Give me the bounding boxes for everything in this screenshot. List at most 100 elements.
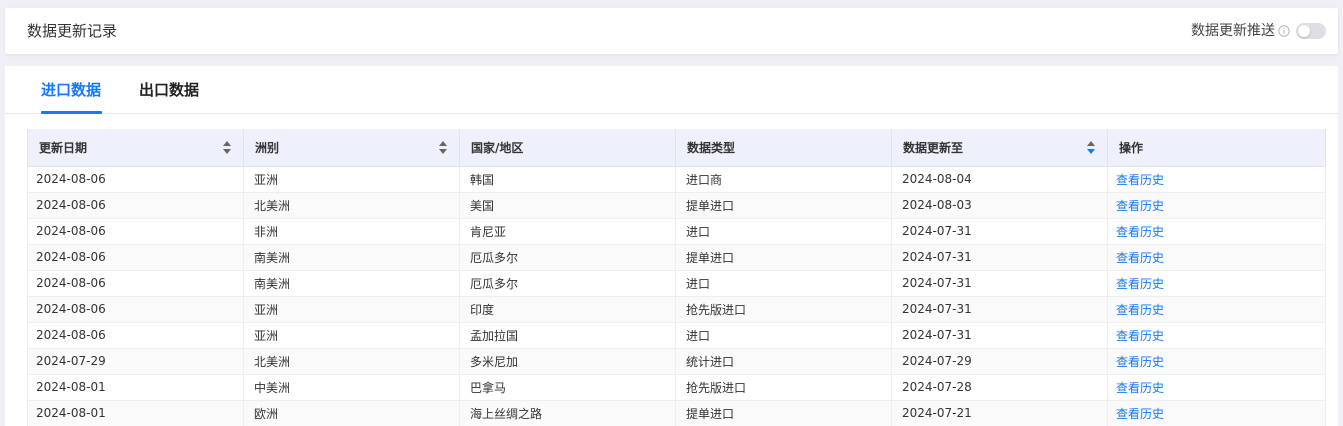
- page-header: 数据更新记录 数据更新推送: [5, 8, 1338, 54]
- update-date-cell: 2024-08-06: [27, 270, 244, 297]
- table-row: 2024-08-06 北美洲 美国 提单进口 2024-08-03 查看历史: [27, 192, 1326, 219]
- action-cell: 查看历史: [1107, 192, 1326, 219]
- continent-cell: 南美洲: [243, 270, 460, 297]
- continent-cell: 非洲: [243, 218, 460, 245]
- country-cell: 美国: [459, 192, 676, 219]
- continent-cell: 亚洲: [243, 322, 460, 349]
- updated-to-cell: 2024-07-31: [891, 244, 1108, 271]
- column-header-label: 操作: [1119, 140, 1144, 155]
- data-type-cell: 进口: [675, 270, 892, 297]
- view-history-link[interactable]: 查看历史: [1116, 381, 1164, 395]
- column-header-label: 国家/地区: [471, 140, 524, 155]
- table-row: 2024-08-01 中美洲 巴拿马 抢先版进口 2024-07-28 查看历史: [27, 374, 1326, 401]
- main-panel: 进口数据 出口数据 更新日期 洲别 国家/地区 数据类型 数据更新至 操作 20…: [5, 66, 1338, 426]
- action-cell: 查看历史: [1107, 400, 1326, 426]
- sort-icon[interactable]: [1087, 141, 1095, 154]
- data-type-cell: 提单进口: [675, 400, 892, 426]
- column-header-update-date[interactable]: 更新日期: [27, 129, 244, 167]
- update-date-cell: 2024-08-06: [27, 218, 244, 245]
- updated-to-cell: 2024-07-31: [891, 322, 1108, 349]
- view-history-link[interactable]: 查看历史: [1116, 407, 1164, 421]
- sort-icon[interactable]: [439, 141, 447, 154]
- column-header-updated-to[interactable]: 数据更新至: [891, 129, 1108, 167]
- column-header-action: 操作: [1107, 129, 1326, 167]
- column-header-label: 更新日期: [39, 140, 88, 155]
- action-cell: 查看历史: [1107, 322, 1326, 349]
- column-header-label: 数据更新至: [903, 140, 964, 155]
- update-records-table: 更新日期 洲别 国家/地区 数据类型 数据更新至 操作 2024-08-06 亚…: [27, 129, 1326, 426]
- country-cell: 肯尼亚: [459, 218, 676, 245]
- action-cell: 查看历史: [1107, 244, 1326, 271]
- column-header-label: 数据类型: [687, 140, 736, 155]
- update-date-cell: 2024-08-06: [27, 192, 244, 219]
- updated-to-cell: 2024-07-29: [891, 348, 1108, 375]
- updated-to-cell: 2024-07-31: [891, 270, 1108, 297]
- tab-import[interactable]: 进口数据: [41, 80, 101, 100]
- continent-cell: 中美洲: [243, 374, 460, 401]
- sort-icon[interactable]: [223, 141, 231, 154]
- updated-to-cell: 2024-08-04: [891, 166, 1108, 193]
- data-type-cell: 抢先版进口: [675, 296, 892, 323]
- column-header-country: 国家/地区: [459, 129, 676, 167]
- updated-to-cell: 2024-07-31: [891, 218, 1108, 245]
- continent-cell: 欧洲: [243, 400, 460, 426]
- data-type-cell: 抢先版进口: [675, 374, 892, 401]
- view-history-link[interactable]: 查看历史: [1116, 251, 1164, 265]
- column-header-data-type: 数据类型: [675, 129, 892, 167]
- continent-cell: 亚洲: [243, 166, 460, 193]
- country-cell: 印度: [459, 296, 676, 323]
- country-cell: 巴拿马: [459, 374, 676, 401]
- table-row: 2024-08-06 亚洲 孟加拉国 进口 2024-07-31 查看历史: [27, 322, 1326, 349]
- view-history-link[interactable]: 查看历史: [1116, 225, 1164, 239]
- country-cell: 多米尼加: [459, 348, 676, 375]
- continent-cell: 北美洲: [243, 192, 460, 219]
- country-cell: 海上丝绸之路: [459, 400, 676, 426]
- table-header-row: 更新日期 洲别 国家/地区 数据类型 数据更新至 操作: [27, 129, 1326, 167]
- info-icon[interactable]: [1278, 25, 1290, 37]
- continent-cell: 南美洲: [243, 244, 460, 271]
- table-row: 2024-08-06 亚洲 韩国 进口商 2024-08-04 查看历史: [27, 166, 1326, 193]
- update-date-cell: 2024-08-01: [27, 374, 244, 401]
- push-toggle[interactable]: [1296, 23, 1326, 39]
- update-date-cell: 2024-08-06: [27, 322, 244, 349]
- action-cell: 查看历史: [1107, 166, 1326, 193]
- tab-export[interactable]: 出口数据: [139, 80, 199, 100]
- action-cell: 查看历史: [1107, 296, 1326, 323]
- updated-to-cell: 2024-07-31: [891, 296, 1108, 323]
- update-date-cell: 2024-07-29: [27, 348, 244, 375]
- update-date-cell: 2024-08-06: [27, 166, 244, 193]
- country-cell: 韩国: [459, 166, 676, 193]
- data-type-cell: 进口: [675, 322, 892, 349]
- view-history-link[interactable]: 查看历史: [1116, 329, 1164, 343]
- continent-cell: 北美洲: [243, 348, 460, 375]
- push-label: 数据更新推送: [1191, 23, 1275, 39]
- data-type-cell: 进口商: [675, 166, 892, 193]
- view-history-link[interactable]: 查看历史: [1116, 303, 1164, 317]
- table-row: 2024-08-06 南美洲 厄瓜多尔 提单进口 2024-07-31 查看历史: [27, 244, 1326, 271]
- data-type-cell: 进口: [675, 218, 892, 245]
- view-history-link[interactable]: 查看历史: [1116, 355, 1164, 369]
- updated-to-cell: 2024-08-03: [891, 192, 1108, 219]
- table-row: 2024-08-06 南美洲 厄瓜多尔 进口 2024-07-31 查看历史: [27, 270, 1326, 297]
- view-history-link[interactable]: 查看历史: [1116, 199, 1164, 213]
- data-type-cell: 提单进口: [675, 192, 892, 219]
- column-header-continent[interactable]: 洲别: [243, 129, 460, 167]
- table-row: 2024-08-06 亚洲 印度 抢先版进口 2024-07-31 查看历史: [27, 296, 1326, 323]
- update-date-cell: 2024-08-06: [27, 244, 244, 271]
- country-cell: 厄瓜多尔: [459, 270, 676, 297]
- update-date-cell: 2024-08-01: [27, 400, 244, 426]
- column-header-label: 洲别: [255, 140, 280, 155]
- view-history-link[interactable]: 查看历史: [1116, 277, 1164, 291]
- table-row: 2024-08-01 欧洲 海上丝绸之路 提单进口 2024-07-21 查看历史: [27, 400, 1326, 426]
- action-cell: 查看历史: [1107, 218, 1326, 245]
- action-cell: 查看历史: [1107, 348, 1326, 375]
- toggle-knob: [1298, 25, 1310, 37]
- updated-to-cell: 2024-07-21: [891, 400, 1108, 426]
- data-type-cell: 统计进口: [675, 348, 892, 375]
- tab-bar: 进口数据 出口数据: [5, 66, 1338, 114]
- continent-cell: 亚洲: [243, 296, 460, 323]
- page-title: 数据更新记录: [27, 22, 118, 40]
- updated-to-cell: 2024-07-28: [891, 374, 1108, 401]
- view-history-link[interactable]: 查看历史: [1116, 173, 1164, 187]
- active-tab-indicator: [41, 111, 102, 114]
